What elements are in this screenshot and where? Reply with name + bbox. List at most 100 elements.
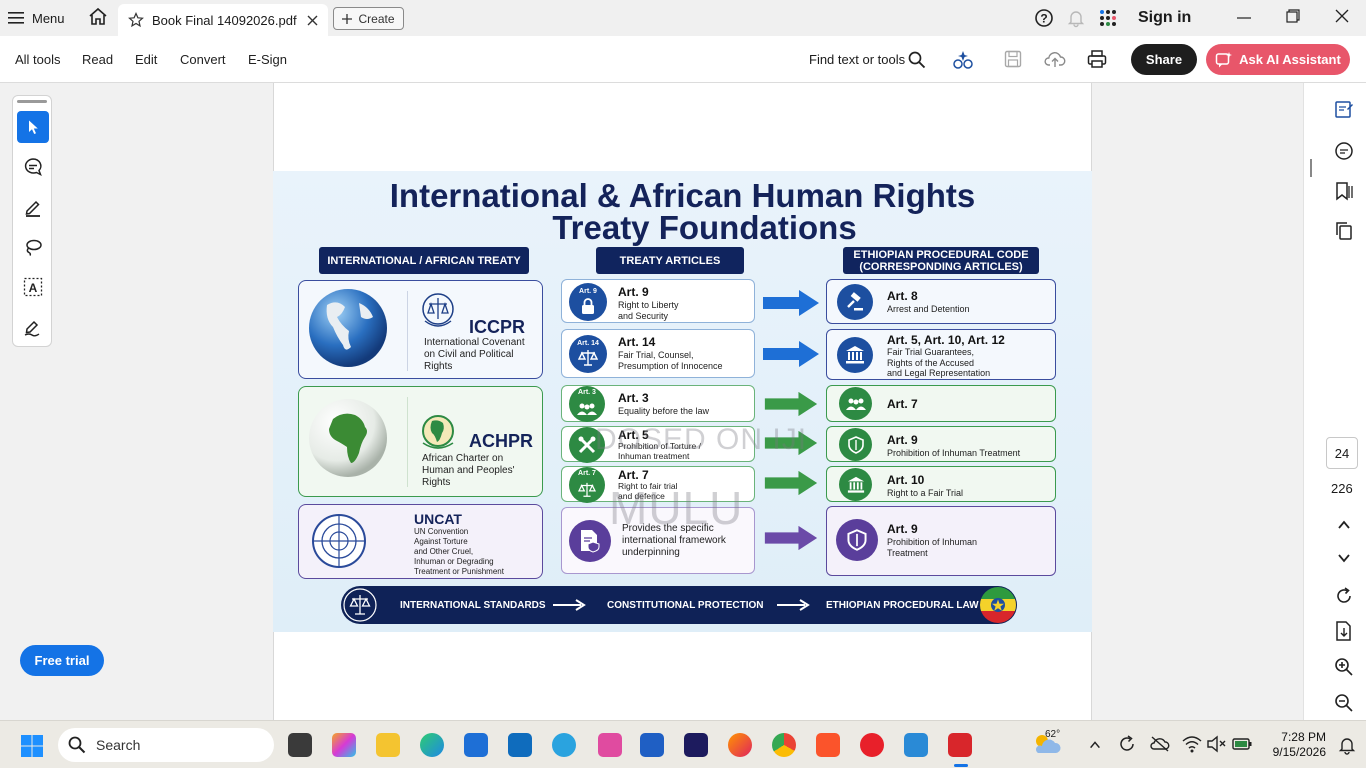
menu-esign[interactable]: E-Sign [248, 52, 287, 67]
zoom-out-icon[interactable] [1334, 693, 1354, 713]
article-desc-line: and Legal Representation [887, 368, 991, 378]
print-icon[interactable] [1087, 49, 1107, 69]
scales-badge-icon [343, 588, 377, 622]
chevron-up-icon[interactable] [1088, 738, 1102, 752]
chrome-icon[interactable] [772, 733, 796, 757]
copilot-icon[interactable] [332, 733, 356, 757]
page-number-input[interactable]: 24 [1326, 437, 1358, 469]
restore-icon[interactable] [1286, 9, 1300, 23]
menu-edit[interactable]: Edit [135, 52, 157, 67]
panel-drag-handle[interactable] [17, 100, 47, 103]
word-icon[interactable] [640, 733, 664, 757]
scales-badge: Art. 14 [569, 335, 607, 373]
minimize-icon[interactable] [1236, 10, 1252, 26]
ethiopian-article-9: Art. 9 Prohibition of Inhuman Treatment [826, 426, 1056, 462]
free-trial-button[interactable]: Free trial [20, 645, 104, 676]
shield-badge [836, 519, 878, 561]
telegram-icon[interactable] [552, 733, 576, 757]
snipping-tool-icon[interactable] [598, 733, 622, 757]
menu-button[interactable]: Menu [8, 6, 65, 30]
zoom-in-icon[interactable] [1334, 657, 1354, 677]
battery-charging-icon[interactable] [1232, 736, 1252, 752]
acrobat-icon[interactable] [948, 733, 972, 757]
people-icon [577, 403, 597, 415]
task-view-icon[interactable] [288, 733, 312, 757]
article-title: Art. 9 [618, 285, 649, 299]
article-desc-line: Prohibition of Inhuman [887, 537, 978, 547]
notification-bell-icon[interactable] [1338, 735, 1356, 755]
draw-tool[interactable] [17, 231, 49, 263]
page-export-icon[interactable] [1334, 621, 1354, 641]
file-explorer-icon[interactable] [376, 733, 400, 757]
treaty-name-line: Treatment or Punishment [414, 567, 504, 576]
system-clock[interactable]: 7:28 PM 9/15/2026 [1266, 730, 1326, 760]
opera-icon[interactable] [860, 733, 884, 757]
article-desc-line: Fair Trial Guarantees, [887, 347, 975, 357]
text-select-tool[interactable]: A [17, 271, 49, 303]
find-text-link[interactable]: Find text or tools [809, 52, 905, 67]
outlook-icon[interactable] [508, 733, 532, 757]
cloud-off-icon[interactable] [1150, 735, 1170, 753]
shield-badge [839, 428, 872, 461]
search-icon [68, 736, 86, 754]
sign-in-link[interactable]: Sign in [1138, 9, 1191, 27]
main-toolbar: All tools Read Edit Convert E-Sign Find … [0, 36, 1366, 83]
brave-icon[interactable] [816, 733, 840, 757]
menu-all-tools[interactable]: All tools [15, 52, 61, 67]
copy-pages-icon[interactable] [1334, 221, 1354, 241]
help-icon[interactable]: ? [1034, 8, 1054, 28]
bell-icon[interactable] [1066, 8, 1086, 28]
close-tab-icon[interactable] [307, 15, 318, 26]
article-tag: Art. 3 [578, 389, 596, 396]
select-tool[interactable] [17, 111, 49, 143]
store-icon[interactable] [464, 733, 488, 757]
wifi-icon[interactable] [1182, 735, 1202, 753]
windows-start-icon[interactable] [20, 734, 44, 758]
cloud-upload-icon[interactable] [1044, 50, 1066, 68]
arrow-right-icon [763, 341, 819, 367]
taskbar-search[interactable]: Search [58, 728, 274, 762]
apps-grid-icon[interactable] [1098, 8, 1118, 28]
comment-tool[interactable] [17, 151, 49, 183]
treaty-card-uncat: UNCAT UN Convention Against Torture and … [298, 504, 543, 579]
treaty-name-line: Inhuman or Degrading [414, 557, 494, 566]
sync-icon[interactable] [1117, 734, 1137, 754]
chevron-up-icon[interactable] [1336, 517, 1352, 533]
share-button[interactable]: Share [1131, 44, 1197, 75]
ethiopian-article-7: Art. 7 [826, 385, 1056, 422]
refresh-icon[interactable] [1334, 586, 1354, 606]
photos-icon[interactable] [904, 733, 928, 757]
firefox-icon[interactable] [728, 733, 752, 757]
menu-convert[interactable]: Convert [180, 52, 226, 67]
menu-read[interactable]: Read [82, 52, 113, 67]
highlight-tool[interactable] [17, 191, 49, 223]
arrow-right-icon [764, 525, 818, 551]
crossed-tools-icon [578, 436, 596, 454]
sign-tool[interactable] [17, 311, 49, 343]
comment-panel-icon[interactable] [1334, 141, 1354, 161]
article-tag: Art. 14 [577, 340, 599, 347]
create-button[interactable]: Create [333, 7, 404, 30]
ask-ai-assistant-button[interactable]: Ask AI Assistant [1206, 44, 1350, 75]
lock-badge: Art. 9 [569, 283, 607, 321]
chevron-down-icon[interactable] [1336, 550, 1352, 566]
legal-flow-bar: INTERNATIONAL STANDARDS CONSTITUTIONAL P… [341, 586, 1017, 624]
volume-muted-icon[interactable] [1206, 735, 1226, 753]
scales-badge: Art. 7 [569, 467, 605, 503]
panel-scroll-thumb[interactable] [1310, 159, 1312, 177]
premiere-icon[interactable] [684, 733, 708, 757]
document-tab[interactable]: Book Final 14092026.pdf [118, 4, 328, 36]
edit-pdf-icon[interactable] [1334, 99, 1354, 119]
treaty-card-iccpr: ICCPR International Covenant on Civil an… [298, 280, 543, 379]
ai-tools-icon[interactable] [952, 49, 974, 71]
edge-icon[interactable] [420, 733, 444, 757]
bookmark-icon[interactable] [1334, 181, 1354, 201]
search-icon[interactable] [908, 51, 926, 69]
lasso-icon [26, 239, 42, 256]
close-window-icon[interactable] [1335, 9, 1349, 23]
save-icon[interactable] [1004, 50, 1022, 68]
home-button[interactable] [88, 7, 108, 27]
star-icon[interactable] [128, 12, 144, 28]
article-description: Right to a Fair Trial [887, 488, 963, 499]
pen-icon [25, 200, 40, 217]
